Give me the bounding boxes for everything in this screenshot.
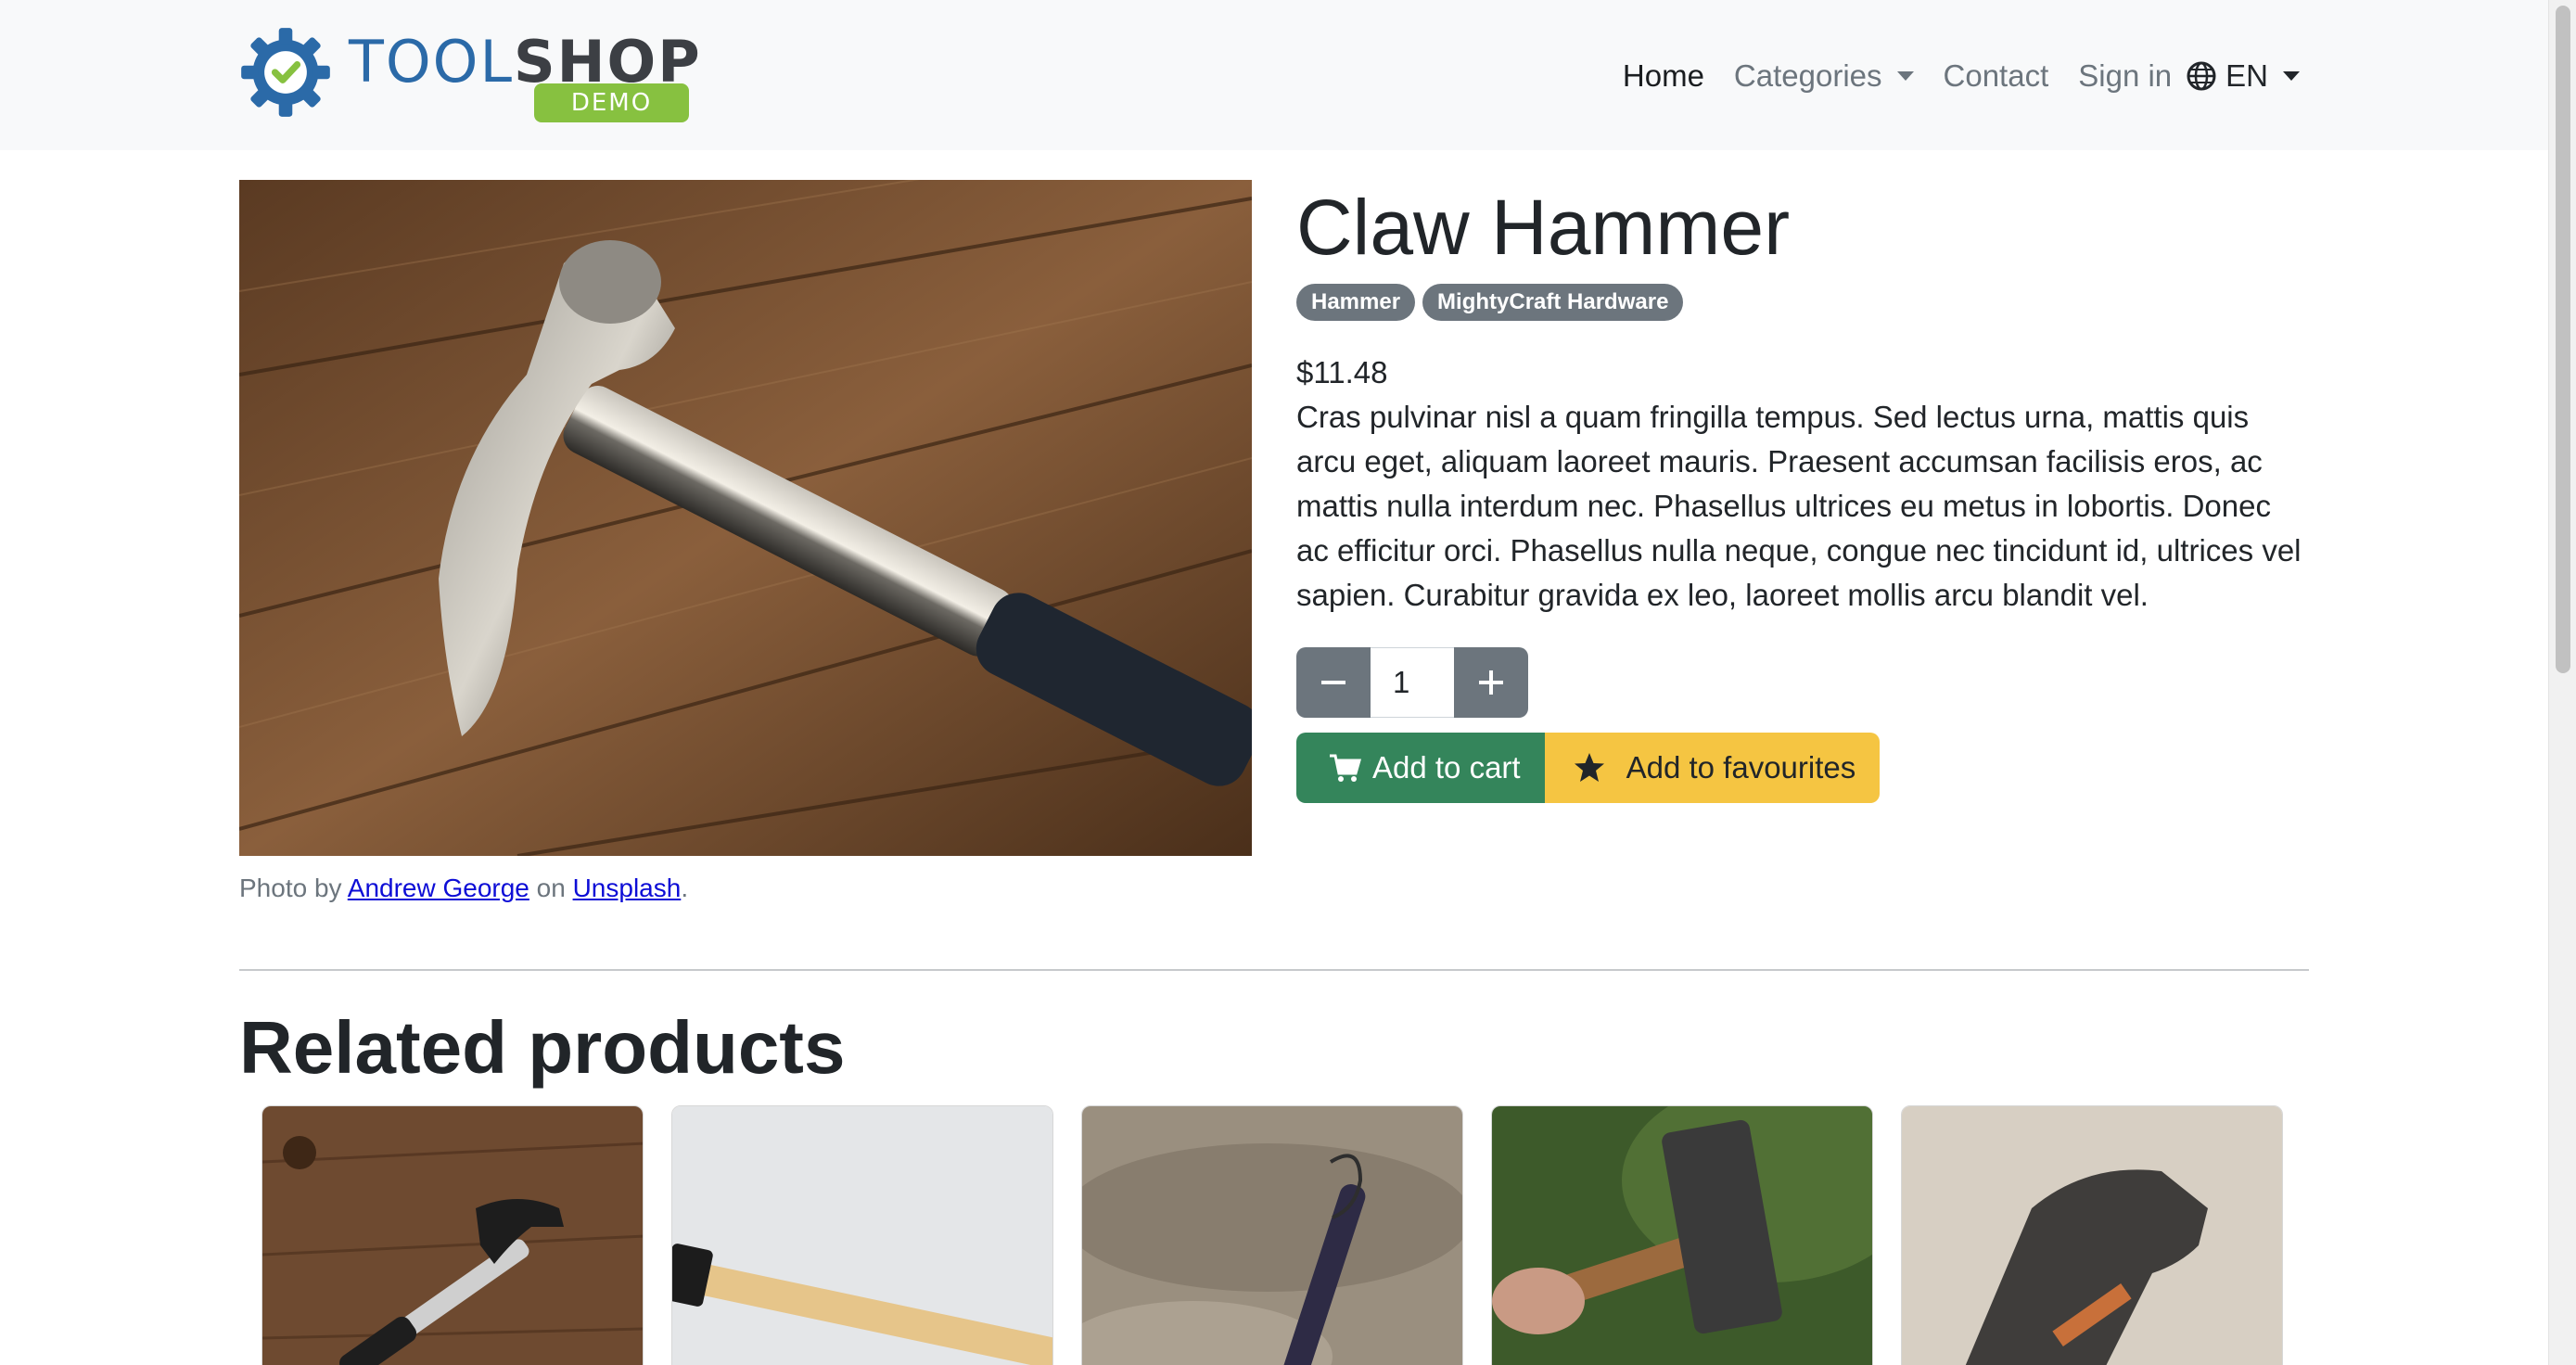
star-icon [1574,753,1604,782]
increase-quantity-button[interactable] [1454,647,1528,718]
chevron-down-icon [2283,71,2300,81]
product-title: Claw Hammer [1296,184,1791,271]
brand-badge: MightyCraft Hardware [1422,284,1684,321]
credit-prefix: Photo by [239,874,348,902]
plus-icon [1479,670,1503,695]
nav-signin[interactable]: Sign in [2078,58,2172,94]
related-product-card[interactable] [261,1105,644,1365]
related-products-heading: Related products [239,1006,846,1089]
product-thumbnail [1082,1106,1462,1365]
credit-middle: on [529,874,573,902]
add-to-favourites-button[interactable]: Add to favourites [1544,733,1881,803]
chevron-down-icon [1896,71,1914,81]
logo-wordmark: TOOLSHOP [349,28,702,96]
product-image [239,180,1252,856]
related-product-card[interactable] [1081,1105,1463,1365]
nav-home[interactable]: Home [1623,58,1704,94]
section-divider [239,969,2309,971]
related-product-card[interactable] [1901,1105,2283,1365]
product-thumbnail [1902,1106,2282,1365]
nav-contact[interactable]: Contact [1944,58,2049,94]
cart-icon [1330,754,1361,782]
language-selector[interactable]: EN [2187,58,2300,94]
quantity-stepper [1296,647,1528,718]
photo-credit: Photo by Andrew George on Unsplash. [239,874,688,903]
product-actions: Add to cart Add to favourites [1296,733,2309,803]
product-thumbnail [1492,1106,1872,1365]
unsplash-link[interactable]: Unsplash [573,874,682,902]
toolshop-logo[interactable]: TOOLSHOP DEMO [237,24,700,124]
related-product-card[interactable] [1491,1105,1873,1365]
product-badges: Hammer MightyCraft Hardware [1296,284,2309,321]
add-to-cart-button[interactable]: Add to cart [1296,733,1545,803]
decrease-quantity-button[interactable] [1296,647,1371,718]
minus-icon [1321,681,1345,684]
globe-icon [2187,61,2216,91]
language-label: EN [2225,58,2268,93]
scrollbar-thumb[interactable] [2556,6,2570,673]
category-badge: Hammer [1296,284,1416,321]
nav-categories[interactable]: Categories [1734,58,1914,94]
product-price: $11.48 [1296,355,1388,389]
related-products-list [261,1105,2311,1365]
add-to-cart-label: Add to cart [1372,750,1521,785]
author-link[interactable]: Andrew George [348,874,529,902]
product-description: Cras pulvinar nisl a quam fringilla temp… [1296,400,2302,612]
gear-logo-icon [241,28,330,117]
vertical-scrollbar[interactable] [2548,0,2576,1365]
main-nav: Home Categories Contact Sign in EN [1623,52,2300,100]
nav-categories-label: Categories [1733,58,1882,93]
product-thumbnail [672,1106,1052,1365]
product-thumbnail [262,1106,643,1365]
credit-suffix: . [681,874,689,902]
quantity-input[interactable] [1371,647,1454,718]
product-details: Claw Hammer Hammer MightyCraft Hardware … [1296,180,2309,803]
add-to-favourites-label: Add to favourites [1626,750,1856,785]
logo-demo-badge: DEMO [534,83,689,122]
navbar: TOOLSHOP DEMO Home Categories Contact Si… [0,0,2548,150]
related-product-card[interactable] [671,1105,1053,1365]
